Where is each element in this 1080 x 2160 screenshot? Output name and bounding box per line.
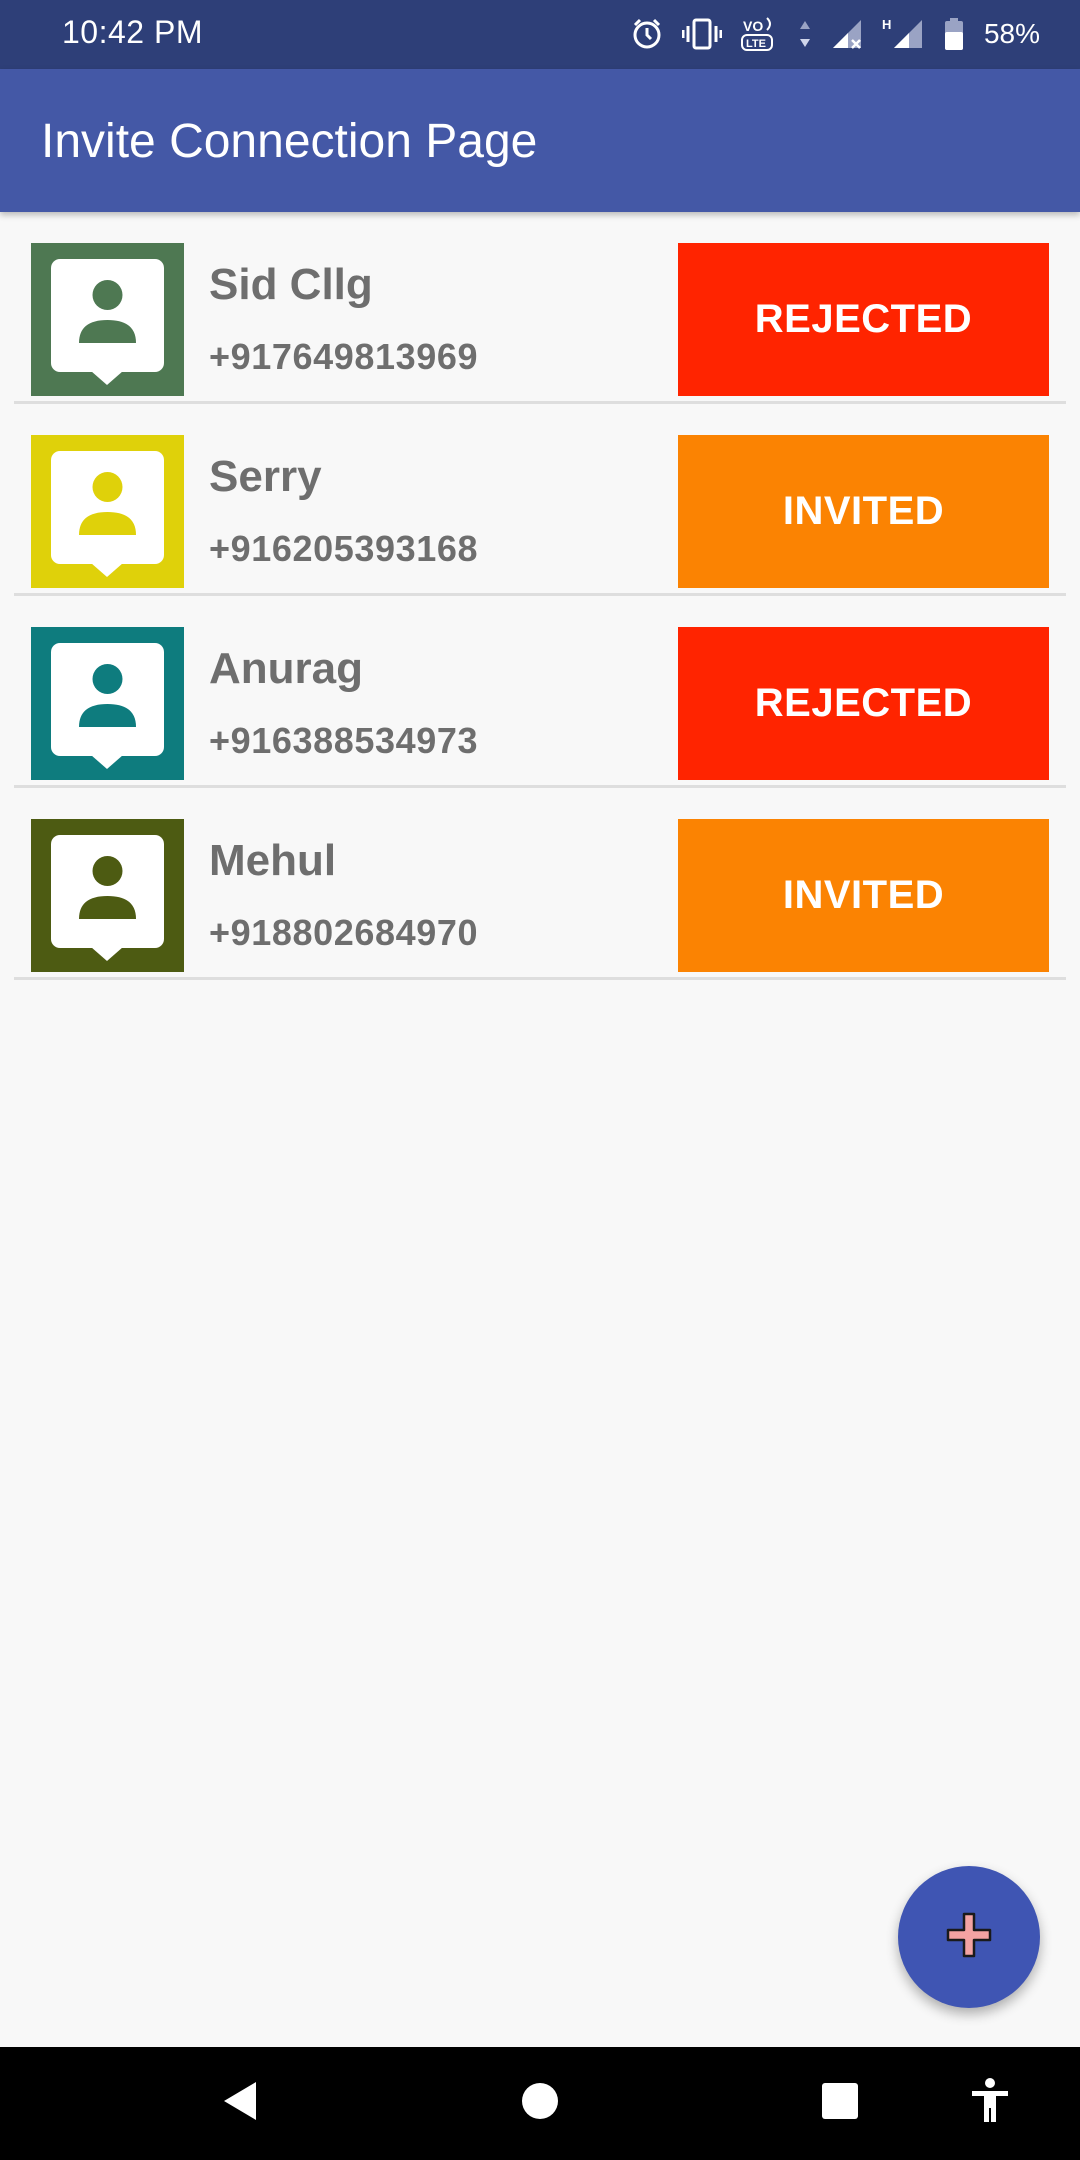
vibrate-icon	[681, 17, 722, 51]
svg-text:VO: VO	[743, 18, 763, 34]
divider	[14, 977, 1066, 980]
app-bar: Invite Connection Page	[0, 69, 1080, 212]
contact-avatar-icon	[31, 627, 184, 780]
plus-icon	[945, 1911, 993, 1964]
status-button-rejected[interactable]: REJECTED	[678, 627, 1049, 780]
status-time: 10:42 PM	[62, 14, 203, 50]
signal-h-icon: H	[882, 17, 926, 51]
accessibility-button[interactable]	[950, 2047, 1030, 2160]
contact-avatar-icon	[31, 819, 184, 972]
alarm-icon	[630, 17, 664, 51]
battery-percentage: 58%	[983, 18, 1040, 49]
home-icon	[521, 2082, 559, 2125]
status-icons: VO LTE H 58%	[630, 12, 1040, 56]
svg-text:H: H	[882, 17, 891, 32]
contact-phone: +918802684970	[209, 912, 479, 953]
contact-row[interactable]: Serry +916205393168 INVITED	[0, 404, 1080, 596]
status-button-invited[interactable]: INVITED	[678, 819, 1049, 972]
contact-row[interactable]: Sid Cllg +917649813969 REJECTED	[0, 212, 1080, 404]
back-icon	[220, 2079, 260, 2128]
contact-phone: +917649813969	[209, 336, 479, 377]
contact-phone: +916388534973	[209, 720, 479, 761]
status-button-rejected[interactable]: REJECTED	[678, 243, 1049, 396]
recents-icon	[821, 2082, 859, 2125]
recents-button[interactable]	[800, 2047, 880, 2160]
data-arrows-icon	[798, 17, 812, 51]
status-button-invited[interactable]: INVITED	[678, 435, 1049, 588]
contact-name: Anurag	[209, 644, 363, 693]
signal-icon	[830, 17, 864, 51]
contact-avatar-icon	[31, 435, 184, 588]
home-button[interactable]	[500, 2047, 580, 2160]
volte-icon: VO LTE	[740, 14, 780, 54]
contact-phone: +916205393168	[209, 528, 479, 569]
accessibility-icon	[970, 2078, 1010, 2129]
contact-name: Serry	[209, 452, 322, 501]
contact-name: Sid Cllg	[209, 260, 373, 309]
contact-row[interactable]: Mehul +918802684970 INVITED	[0, 788, 1080, 980]
svg-text:LTE: LTE	[746, 38, 766, 50]
contact-name: Mehul	[209, 836, 337, 885]
back-button[interactable]	[200, 2047, 280, 2160]
page-title: Invite Connection Page	[41, 115, 538, 168]
contact-avatar-icon	[31, 243, 184, 396]
add-contact-button[interactable]	[898, 1866, 1040, 2008]
status-bar: 10:42 PM VO LTE H 58%	[0, 0, 1080, 69]
navigation-bar	[0, 2047, 1080, 2160]
contact-list: Sid Cllg +917649813969 REJECTED Serry +9…	[0, 212, 1080, 980]
battery-icon	[944, 17, 964, 51]
contact-row[interactable]: Anurag +916388534973 REJECTED	[0, 596, 1080, 788]
